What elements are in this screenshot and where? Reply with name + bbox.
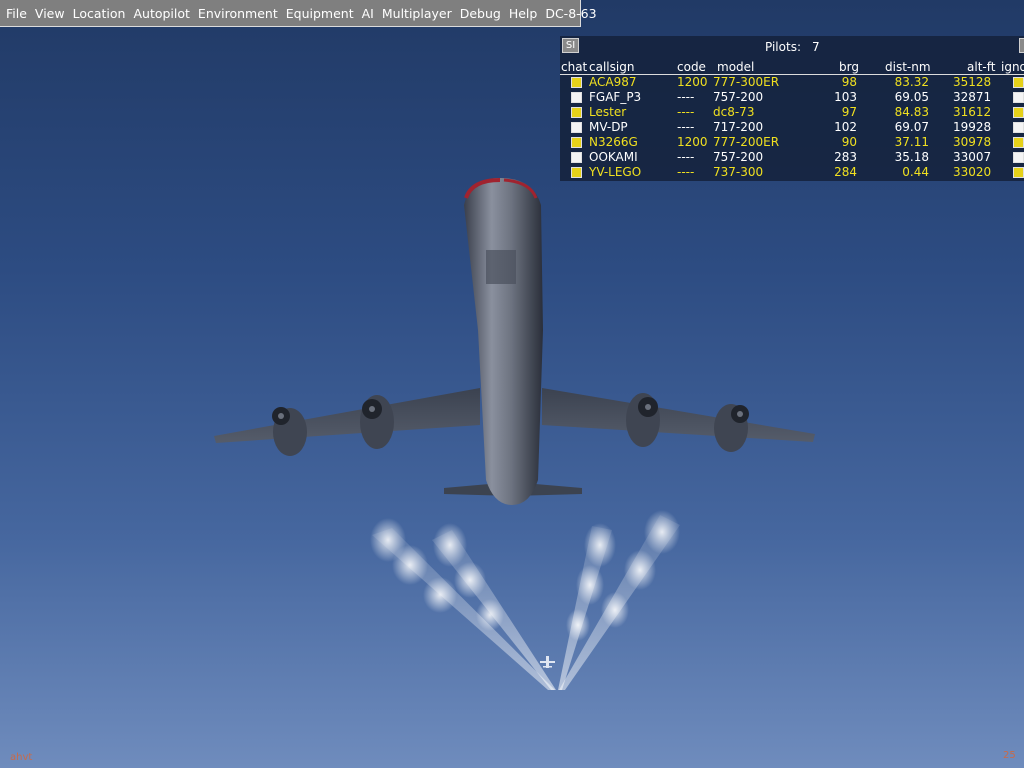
distant-aircraft-icon bbox=[540, 656, 555, 668]
menu-debug[interactable]: Debug bbox=[456, 6, 505, 21]
distance-cell: 37.11 bbox=[894, 135, 929, 149]
status-right: 25 bbox=[1003, 750, 1016, 761]
altitude-cell: 35128 bbox=[953, 75, 992, 89]
altitude-cell: 33007 bbox=[953, 150, 992, 164]
menu-equipment[interactable]: Equipment bbox=[282, 6, 358, 21]
col-ignore[interactable]: ignore bbox=[1001, 60, 1024, 74]
model-cell: 777-200ER bbox=[713, 135, 780, 149]
ignore-checkbox[interactable] bbox=[1013, 107, 1024, 118]
bearing-cell: 284 bbox=[834, 165, 857, 179]
model-cell: 757-200 bbox=[713, 90, 764, 104]
code-cell: 1200 bbox=[677, 75, 708, 89]
col-callsign[interactable]: callsign bbox=[589, 60, 634, 74]
code-cell: ---- bbox=[677, 90, 695, 104]
ignore-checkbox[interactable] bbox=[1013, 92, 1024, 103]
callsign-cell: MV-DP bbox=[589, 120, 628, 134]
col-chat[interactable]: chat bbox=[561, 60, 587, 74]
code-cell: 1200 bbox=[677, 135, 708, 149]
col-brg[interactable]: brg bbox=[839, 60, 859, 74]
chat-checkbox[interactable] bbox=[571, 107, 582, 118]
menu-view[interactable]: View bbox=[31, 6, 69, 21]
menu-multiplayer[interactable]: Multiplayer bbox=[378, 6, 456, 21]
callsign-cell: Lester bbox=[589, 105, 627, 119]
chat-checkbox[interactable] bbox=[571, 137, 582, 148]
model-cell: 717-200 bbox=[713, 120, 764, 134]
pilot-row: MV-DP ---- 717-200 102 69.07 19928 bbox=[560, 120, 1024, 135]
model-cell: 737-300 bbox=[713, 165, 764, 179]
altitude-cell: 33020 bbox=[953, 165, 992, 179]
pilot-row: OOKAMI ---- 757-200 283 35.18 33007 bbox=[560, 150, 1024, 165]
pilots-label: Pilots: bbox=[765, 40, 801, 54]
callsign-cell: N3266G bbox=[589, 135, 638, 149]
altitude-cell: 19928 bbox=[953, 120, 992, 134]
ignore-checkbox[interactable] bbox=[1013, 167, 1024, 178]
pilot-row: ACA987 1200 777-300ER 98 83.32 35128 bbox=[560, 75, 1024, 90]
ignore-checkbox[interactable] bbox=[1013, 77, 1024, 88]
pilot-row: Lester ---- dc8-73 97 84.83 31612 bbox=[560, 105, 1024, 120]
code-cell: ---- bbox=[677, 105, 695, 119]
menu-file[interactable]: File bbox=[2, 6, 31, 21]
col-alt[interactable]: alt-ft bbox=[967, 60, 995, 74]
contrails bbox=[370, 510, 680, 690]
bearing-cell: 97 bbox=[841, 105, 857, 119]
menu-autopilot[interactable]: Autopilot bbox=[129, 6, 193, 21]
pilot-list-header: SI Pilots: 7 bbox=[560, 36, 1024, 58]
distance-cell: 0.44 bbox=[902, 165, 929, 179]
bearing-cell: 103 bbox=[834, 90, 857, 104]
chat-checkbox[interactable] bbox=[571, 92, 582, 103]
bearing-cell: 102 bbox=[834, 120, 857, 134]
menu-bar: File View Location Autopilot Environment… bbox=[0, 0, 597, 27]
code-cell: ---- bbox=[677, 120, 695, 134]
altitude-cell: 30978 bbox=[953, 135, 992, 149]
menu-help[interactable]: Help bbox=[505, 6, 542, 21]
callsign-cell: FGAF_P3 bbox=[589, 90, 642, 104]
distance-cell: 83.32 bbox=[894, 75, 929, 89]
bearing-cell: 90 bbox=[841, 135, 857, 149]
code-cell: ---- bbox=[677, 150, 695, 164]
chat-checkbox[interactable] bbox=[571, 152, 582, 163]
menu-location[interactable]: Location bbox=[69, 6, 130, 21]
col-model[interactable]: model bbox=[717, 60, 754, 74]
pilot-row: FGAF_P3 ---- 757-200 103 69.05 32871 bbox=[560, 90, 1024, 105]
callsign-cell: ACA987 bbox=[589, 75, 637, 89]
bearing-cell: 98 bbox=[841, 75, 857, 89]
aircraft-dc8 bbox=[214, 178, 815, 505]
distance-cell: 69.05 bbox=[894, 90, 929, 104]
chat-checkbox[interactable] bbox=[571, 167, 582, 178]
model-cell: dc8-73 bbox=[713, 105, 755, 119]
menu-ai[interactable]: AI bbox=[358, 6, 378, 21]
pilot-row: N3266G 1200 777-200ER 90 37.11 30978 bbox=[560, 135, 1024, 150]
menu-aircraft[interactable]: DC-8-63 bbox=[541, 6, 600, 21]
altitude-cell: 32871 bbox=[953, 90, 992, 104]
distance-cell: 84.83 bbox=[894, 105, 929, 119]
si-button[interactable]: SI bbox=[562, 38, 579, 53]
ignore-checkbox[interactable] bbox=[1013, 137, 1024, 148]
distance-cell: 69.07 bbox=[894, 120, 929, 134]
chat-checkbox[interactable] bbox=[571, 77, 582, 88]
ignore-checkbox[interactable] bbox=[1013, 122, 1024, 133]
pilots-count: 7 bbox=[812, 40, 820, 54]
col-code[interactable]: code bbox=[677, 60, 706, 74]
pilot-row: YV-LEGO ---- 737-300 284 0.44 33020 bbox=[560, 165, 1024, 180]
altitude-cell: 31612 bbox=[953, 105, 992, 119]
close-button[interactable] bbox=[1019, 38, 1024, 53]
callsign-cell: YV-LEGO bbox=[589, 165, 642, 179]
model-cell: 777-300ER bbox=[713, 75, 780, 89]
distance-cell: 35.18 bbox=[894, 150, 929, 164]
menu-environment[interactable]: Environment bbox=[194, 6, 282, 21]
code-cell: ---- bbox=[677, 165, 695, 179]
status-left: ahvt bbox=[10, 752, 33, 763]
model-cell: 757-200 bbox=[713, 150, 764, 164]
callsign-cell: OOKAMI bbox=[589, 150, 638, 164]
pilot-list-dialog: SI Pilots: 7 chat callsign code model br… bbox=[560, 36, 1024, 181]
col-dist[interactable]: dist-nm bbox=[885, 60, 931, 74]
bearing-cell: 283 bbox=[834, 150, 857, 164]
ignore-checkbox[interactable] bbox=[1013, 152, 1024, 163]
chat-checkbox[interactable] bbox=[571, 122, 582, 133]
